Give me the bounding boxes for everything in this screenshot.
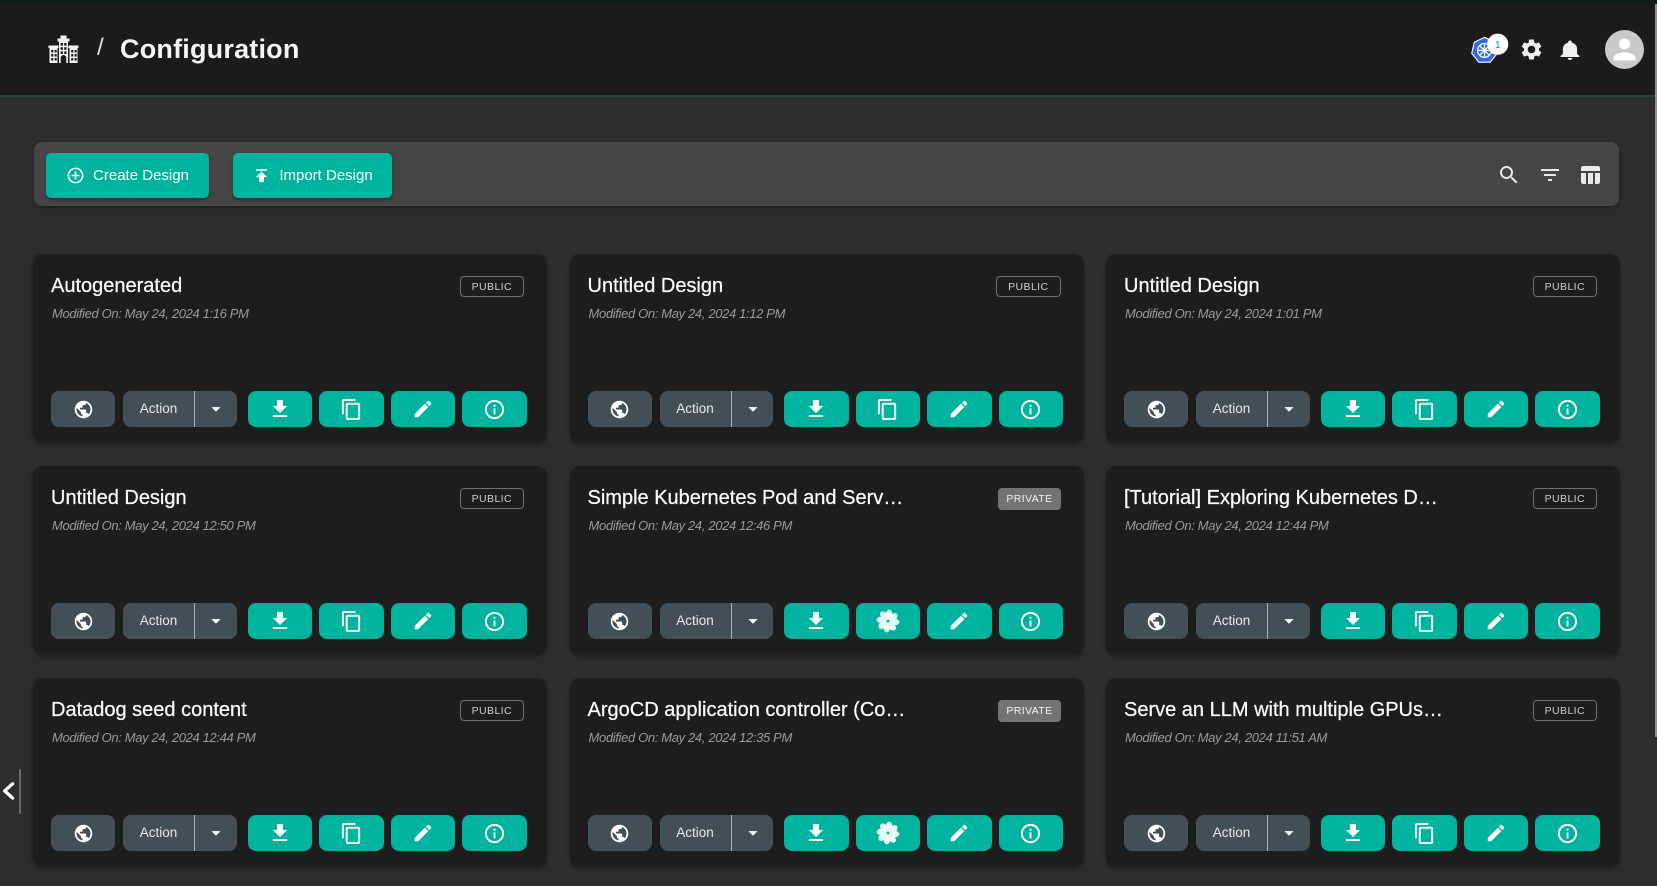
- svg-text:1: 1: [1495, 39, 1501, 51]
